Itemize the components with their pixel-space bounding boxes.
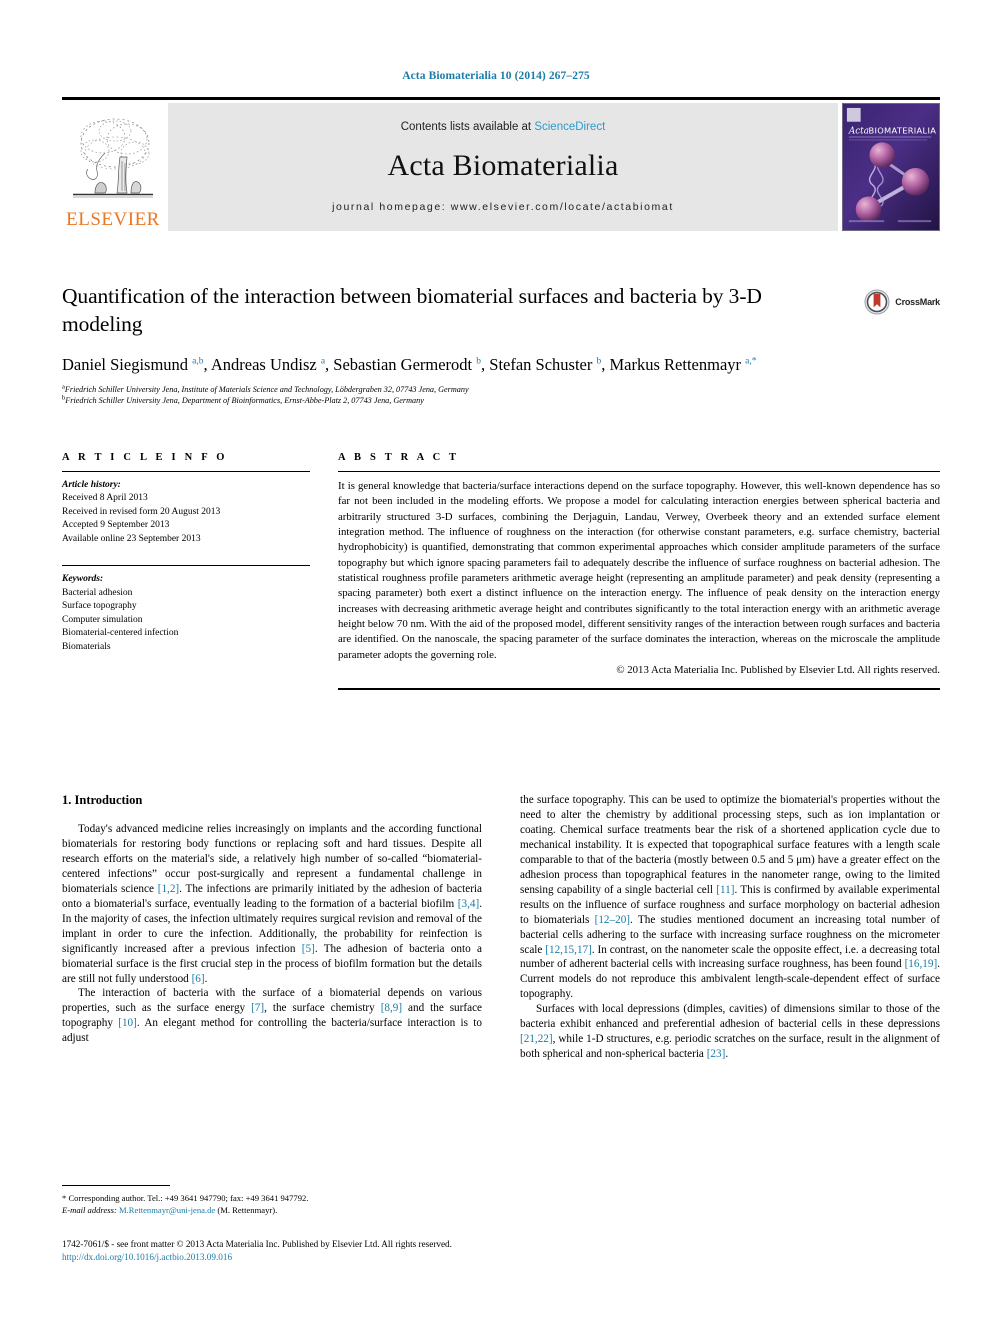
journal-homepage-link[interactable]: journal homepage: www.elsevier.com/locat… [332,201,674,213]
footnote-corresponding: * Corresponding author. Tel.: +49 3641 9… [62,1192,482,1204]
author-list: Daniel Siegismund a,b, Andreas Undisz a,… [62,354,757,374]
abstract-rule [338,471,940,472]
keywords-rule [62,565,310,567]
affiliation-item: aFriedrich Schiller University Jena, Ins… [62,382,469,394]
citation-ref[interactable]: [11] [716,884,734,896]
abstract-heading: A B S T R A C T [338,452,460,463]
journal-band: Contents lists available at ScienceDirec… [168,103,838,231]
article-info-rule [62,471,310,472]
corresponding-author-footnote: * Corresponding author. Tel.: +49 3641 9… [62,1185,482,1216]
running-head-citation: Acta Biomaterialia 10 (2014) 267–275 [402,70,590,82]
page-title: Quantification of the interaction betwee… [62,284,762,336]
keyword-item: Computer simulation [62,614,143,625]
paragraph: Surfaces with local depressions (dimples… [520,1003,940,1061]
history-item: Accepted 9 September 2013 [62,520,170,531]
history-item: Available online 23 September 2013 [62,533,201,544]
elsevier-wordmark: ELSEVIER [66,209,160,230]
citation-ref[interactable]: [12–20] [595,914,630,926]
crossmark-label: CrossMark [895,297,940,307]
citation-ref[interactable]: [12,15,17] [545,944,592,956]
svg-text:BIOMATERIALIA: BIOMATERIALIA [868,126,936,136]
elsevier-tree-icon [65,109,161,209]
paragraph: The interaction of bacteria with the sur… [62,987,482,1045]
history-item: Received 8 April 2013 [62,493,148,504]
email-address-label: E-mail address: [62,1205,117,1216]
article-title-block: Quantification of the interaction betwee… [62,283,940,407]
info-and-abstract: A R T I C L E I N F O Article history: R… [62,452,940,690]
keywords-label: Keywords: [62,574,104,585]
crossmark-badge[interactable]: CrossMark [864,289,940,315]
page-footer: 1742-7061/$ - see front matter © 2013 Ac… [62,1238,940,1265]
citation-ref[interactable]: [21,22] [520,1033,553,1045]
keyword-item: Bacterial adhesion [62,587,133,598]
keywords-group: Keywords: Bacterial adhesion Surface top… [62,573,310,654]
abstract-bottom-rule [338,687,940,690]
abstract-text: It is general knowledge that bacteria/su… [338,480,940,661]
journal-title: Acta Biomaterialia [387,149,619,182]
footer-doi-link[interactable]: http://dx.doi.org/10.1016/j.actbio.2013.… [62,1251,940,1264]
email-owner: (M. Rettenmayr). [217,1205,278,1216]
journal-article-page: Acta Biomaterialia 10 (2014) 267–275 ELS… [0,0,992,1323]
citation-ref[interactable]: [10] [118,1017,137,1029]
article-body: 1. Introduction Today's advanced medicin… [62,793,940,1062]
article-info-heading: A R T I C L E I N F O [62,452,228,463]
citation-ref[interactable]: [1,2] [158,883,179,895]
paragraph: Today's advanced medicine relies increas… [62,823,482,985]
history-item: Received in revised form 20 August 2013 [62,506,221,517]
footnote-rule [62,1185,170,1186]
citation-ref[interactable]: [7] [251,1002,264,1014]
abstract-column: A B S T R A C T It is general knowledge … [338,452,940,690]
citation-ref[interactable]: [3,4] [458,898,479,910]
elsevier-logo: ELSEVIER [62,103,164,231]
article-info-column: A R T I C L E I N F O Article history: R… [62,452,310,690]
citation-ref[interactable]: [5] [302,943,315,955]
section-heading-introduction: 1. Introduction [62,793,143,807]
crossmark-icon [864,289,890,315]
citation-ref[interactable]: [23] [707,1048,726,1060]
sciencedirect-link[interactable]: ScienceDirect [534,121,605,133]
article-history-label: Article history: [62,480,121,490]
affiliation-item: bFriedrich Schiller University Jena, Dep… [62,394,424,406]
body-column-left: 1. Introduction Today's advanced medicin… [62,793,482,1062]
keyword-item: Biomaterials [62,641,111,652]
journal-masthead: ELSEVIER Contents lists available at Sci… [62,97,940,231]
citation-ref[interactable]: [8,9] [381,1002,402,1014]
citation-ref[interactable]: [6] [192,973,205,985]
footnote-email: E-mail address: M.Rettenmayr@uni-jena.de… [62,1204,482,1216]
article-history-group: Article history: Received 8 April 2013 R… [62,479,310,546]
contents-available-line: Contents lists available at ScienceDirec… [401,121,606,133]
keyword-item: Biomaterial-centered infection [62,628,179,639]
paragraph: the surface topography. This can be used… [520,794,941,1001]
citation-ref[interactable]: [16,19] [905,958,938,970]
contents-prefix-text: Contents lists available at [400,121,535,133]
affiliations-list: aFriedrich Schiller University Jena, Ins… [62,382,940,408]
footnote-corresponding-text: Corresponding author. Tel.: +49 3641 947… [68,1193,309,1203]
svg-text:Acta: Acta [848,127,869,137]
keyword-item: Surface topography [62,601,137,612]
journal-cover-thumbnail[interactable]: Acta BIOMATERIALIA [842,103,940,231]
abstract-copyright: © 2013 Acta Materialia Inc. Published by… [616,663,940,676]
footer-frontmatter: 1742-7061/$ - see front matter © 2013 Ac… [62,1239,452,1249]
email-link[interactable]: M.Rettenmayr@uni-jena.de [119,1205,215,1215]
footnote-star: * [62,1193,67,1203]
body-column-right: the surface topography. This can be used… [520,793,940,1062]
